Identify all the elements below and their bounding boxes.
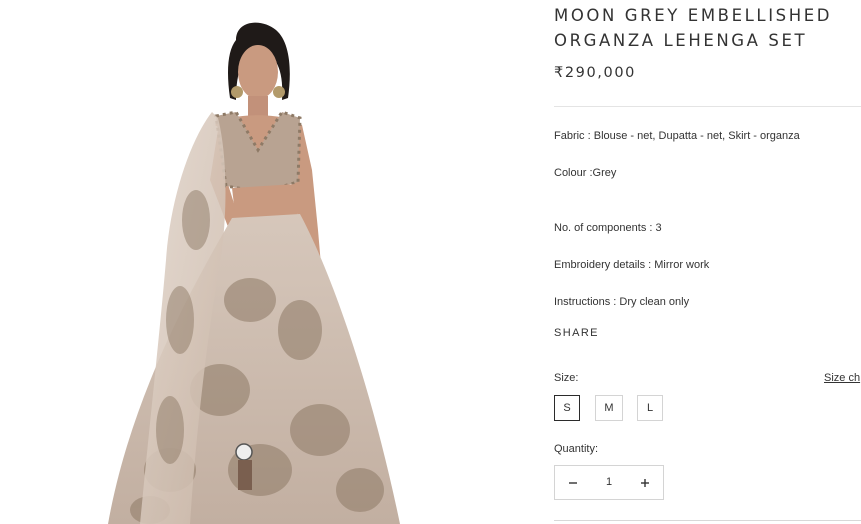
model-illustration [108,22,400,524]
product-title-line1: MOON GREY EMBELLISHED [554,6,833,25]
quantity-decrease-button[interactable] [555,466,591,499]
size-chart-link[interactable]: Size ch [824,372,860,384]
instructions-detail: Instructions : Dry clean only [554,296,690,308]
quantity-stepper: 1 [554,465,664,500]
fabric-detail: Fabric : Blouse - net, Dupatta - net, Sk… [554,130,800,142]
components-detail: No. of components : 3 [554,222,662,234]
product-info: MOON GREY EMBELLISHED ORGANZA LEHENGA SE… [554,0,861,524]
product-title: MOON GREY EMBELLISHED ORGANZA LEHENGA SE… [554,3,854,53]
quantity-value[interactable]: 1 [591,466,627,499]
add-to-cart-button-edge[interactable] [554,520,861,521]
quantity-label: Quantity: [554,443,599,455]
plus-icon [641,478,649,487]
colour-detail: Colour :Grey [554,167,617,179]
quantity-increase-button[interactable] [627,466,663,499]
minus-icon [569,481,577,484]
share-link[interactable]: SHARE [554,327,599,339]
size-option-l[interactable]: L [637,395,663,421]
product-image[interactable] [0,0,548,524]
divider [554,106,861,107]
size-option-s[interactable]: S [554,395,580,421]
embroidery-detail: Embroidery details : Mirror work [554,259,710,271]
size-label: Size: [554,372,579,384]
product-title-line2: ORGANZA LEHENGA SET [554,31,808,50]
product-price: ₹290,000 [554,65,636,81]
size-option-m[interactable]: M [595,395,623,421]
